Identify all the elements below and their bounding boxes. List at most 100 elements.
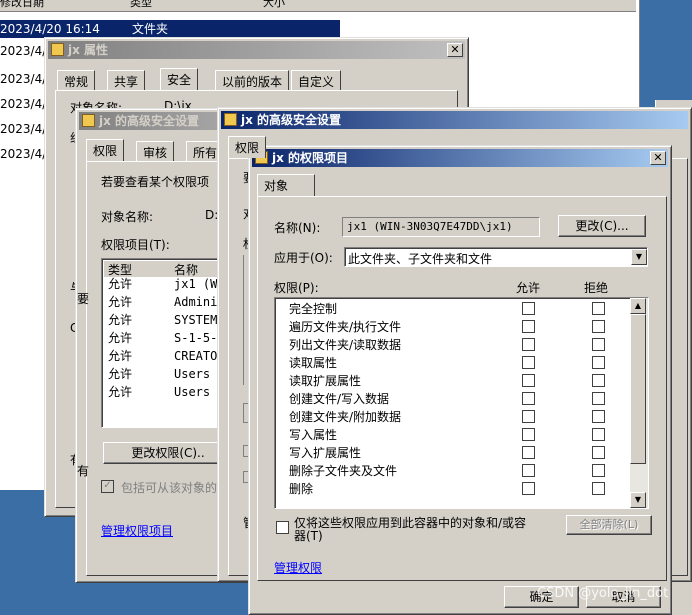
permission-label: 写入扩展属性 bbox=[289, 446, 362, 460]
entry-name: SYSTEM bbox=[174, 313, 218, 327]
scroll-thumb[interactable] bbox=[630, 314, 646, 464]
permissions-list[interactable]: 完全控制 遍历文件夹/执行文件 列出文件夹/读取数据 读取属性 读取扩展属性 创… bbox=[274, 297, 649, 509]
entry-name: S-1-5- bbox=[174, 331, 218, 345]
explorer-header: 修改日期 类型 大小 bbox=[0, 0, 636, 12]
allow-checkbox[interactable] bbox=[522, 428, 535, 441]
deny-checkbox[interactable] bbox=[592, 464, 605, 477]
deny-checkbox[interactable] bbox=[592, 428, 605, 441]
deny-checkbox[interactable] bbox=[592, 302, 605, 315]
apply-to-value: 此文件夹、子文件夹和文件 bbox=[348, 252, 493, 266]
permission-label: 创建文件夹/附加数据 bbox=[289, 410, 402, 424]
permission-entry-titlebar[interactable]: jx 的权限项目 ✕ bbox=[252, 149, 668, 167]
header-type[interactable]: 类型 bbox=[130, 0, 152, 8]
view-instructions: 若要查看某个权限项 bbox=[101, 175, 210, 189]
tab-label: 对象 bbox=[264, 179, 289, 193]
deny-checkbox[interactable] bbox=[592, 482, 605, 495]
chevron-down-icon[interactable]: ▼ bbox=[631, 249, 647, 265]
change-permissions-button[interactable]: 更改权限(C).. bbox=[103, 442, 233, 464]
file-row[interactable]: 2023/4/ bbox=[0, 145, 46, 163]
permission-entries-label: 权限项目(T): bbox=[101, 238, 170, 252]
panel-edge-text: 要 bbox=[77, 292, 90, 306]
permission-row: 完全控制 bbox=[289, 300, 630, 318]
allow-checkbox[interactable] bbox=[522, 320, 535, 333]
manage-permission-entries-link[interactable]: 管理权限项目 bbox=[101, 522, 173, 539]
tab-label: 以前的版本 bbox=[222, 75, 283, 89]
change-button[interactable]: 更改(C)... bbox=[558, 215, 646, 237]
scroll-up-icon[interactable]: ▲ bbox=[630, 298, 646, 314]
file-row[interactable]: 2023/4/ bbox=[0, 70, 46, 88]
apply-to-container-checkbox[interactable] bbox=[276, 521, 289, 534]
deny-checkbox[interactable] bbox=[592, 320, 605, 333]
allow-checkbox[interactable] bbox=[522, 410, 535, 423]
allow-checkbox[interactable] bbox=[522, 302, 535, 315]
folder-icon bbox=[224, 113, 237, 126]
file-row[interactable]: 2023/4/ bbox=[0, 120, 46, 138]
entry-type: 允许 bbox=[108, 313, 133, 327]
apply-to-select[interactable]: 此文件夹、子文件夹和文件 ▼ bbox=[344, 247, 648, 267]
permission-label: 创建文件/写入数据 bbox=[289, 392, 390, 406]
object-panel: 名称(N): jx1 (WIN-3N03Q7E47DD\jx1) 更改(C)..… bbox=[257, 196, 667, 581]
deny-checkbox[interactable] bbox=[592, 392, 605, 405]
advanced-security-title: jx 的高级安全设置 bbox=[99, 114, 200, 128]
allow-checkbox[interactable] bbox=[522, 374, 535, 387]
allow-checkbox[interactable] bbox=[522, 482, 535, 495]
tab-general[interactable]: 常规 bbox=[57, 70, 96, 90]
deny-checkbox[interactable] bbox=[592, 374, 605, 387]
entry-type: 允许 bbox=[108, 277, 133, 291]
deny-checkbox[interactable] bbox=[592, 446, 605, 459]
name-label: 名称(N): bbox=[274, 221, 321, 235]
entry-name: Users bbox=[174, 385, 211, 399]
tab-object[interactable]: 对象 bbox=[257, 174, 315, 196]
file-type: 文件夹 bbox=[132, 22, 169, 36]
entry-type: 允许 bbox=[108, 385, 133, 399]
permission-row: 读取属性 bbox=[289, 354, 630, 372]
header-date[interactable]: 修改日期 bbox=[0, 0, 44, 8]
tab-previous-versions[interactable]: 以前的版本 bbox=[215, 70, 290, 90]
file-row[interactable]: 2023/4/ bbox=[0, 42, 46, 60]
allow-header: 允许 bbox=[516, 281, 541, 295]
change-button-label: 更改(C)... bbox=[575, 219, 629, 233]
properties-title: jx 属性 bbox=[68, 43, 109, 57]
permissions-rows: 完全控制 遍历文件夹/执行文件 列出文件夹/读取数据 读取属性 读取扩展属性 创… bbox=[275, 300, 630, 506]
entry-name: Users bbox=[174, 367, 211, 381]
file-row[interactable]: 2023/4/ bbox=[0, 95, 46, 113]
tab-sharing[interactable]: 共享 bbox=[107, 70, 146, 90]
properties-titlebar[interactable]: jx 属性 ✕ bbox=[48, 41, 465, 59]
advanced-security-title-2: jx 的高级安全设置 bbox=[241, 113, 342, 127]
header-size[interactable]: 大小 bbox=[263, 0, 285, 8]
manage-permissions-link[interactable]: 管理权限 bbox=[274, 559, 322, 576]
permissions-scrollbar[interactable]: ▲ ▼ bbox=[630, 298, 648, 508]
clear-all-button[interactable]: 全部清除(L) bbox=[566, 515, 652, 535]
file-row-selected[interactable]: 2023/4/20 16:14 文件夹 bbox=[0, 20, 340, 38]
allow-checkbox[interactable] bbox=[522, 446, 535, 459]
name-field[interactable]: jx1 (WIN-3N03Q7E47DD\jx1) bbox=[342, 217, 540, 237]
allow-checkbox[interactable] bbox=[522, 392, 535, 405]
permission-label: 读取扩展属性 bbox=[289, 374, 362, 388]
tab-auditing[interactable]: 审核 bbox=[136, 141, 175, 161]
tab-permissions-2[interactable]: 权限 bbox=[228, 136, 267, 158]
deny-checkbox[interactable] bbox=[592, 356, 605, 369]
allow-checkbox[interactable] bbox=[522, 338, 535, 351]
permission-row: 删除子文件夹及文件 bbox=[289, 462, 630, 480]
tab-label: 权限 bbox=[235, 141, 260, 155]
scroll-down-icon[interactable]: ▼ bbox=[630, 492, 646, 508]
advanced-security-titlebar-2[interactable]: jx 的高级安全设置 bbox=[221, 111, 688, 129]
apply-to-label: 应用于(O): bbox=[274, 251, 333, 265]
close-icon[interactable]: ✕ bbox=[650, 151, 666, 165]
clear-all-label: 全部清除(L) bbox=[579, 518, 639, 531]
deny-checkbox[interactable] bbox=[592, 338, 605, 351]
deny-checkbox[interactable] bbox=[592, 410, 605, 423]
include-inheritable-checkbox[interactable]: ✓ bbox=[101, 480, 114, 493]
tab-label: 权限 bbox=[93, 144, 118, 158]
tab-permissions[interactable]: 权限 bbox=[86, 139, 125, 161]
tab-label: 自定义 bbox=[298, 75, 335, 89]
close-icon[interactable]: ✕ bbox=[447, 43, 463, 57]
tab-security[interactable]: 安全 bbox=[160, 68, 199, 90]
permission-row: 读取扩展属性 bbox=[289, 372, 630, 390]
tab-customize[interactable]: 自定义 bbox=[291, 70, 342, 90]
permission-row: 创建文件/写入数据 bbox=[289, 390, 630, 408]
entry-type: 允许 bbox=[108, 331, 133, 345]
allow-checkbox[interactable] bbox=[522, 356, 535, 369]
entry-type: 允许 bbox=[108, 349, 133, 363]
allow-checkbox[interactable] bbox=[522, 464, 535, 477]
